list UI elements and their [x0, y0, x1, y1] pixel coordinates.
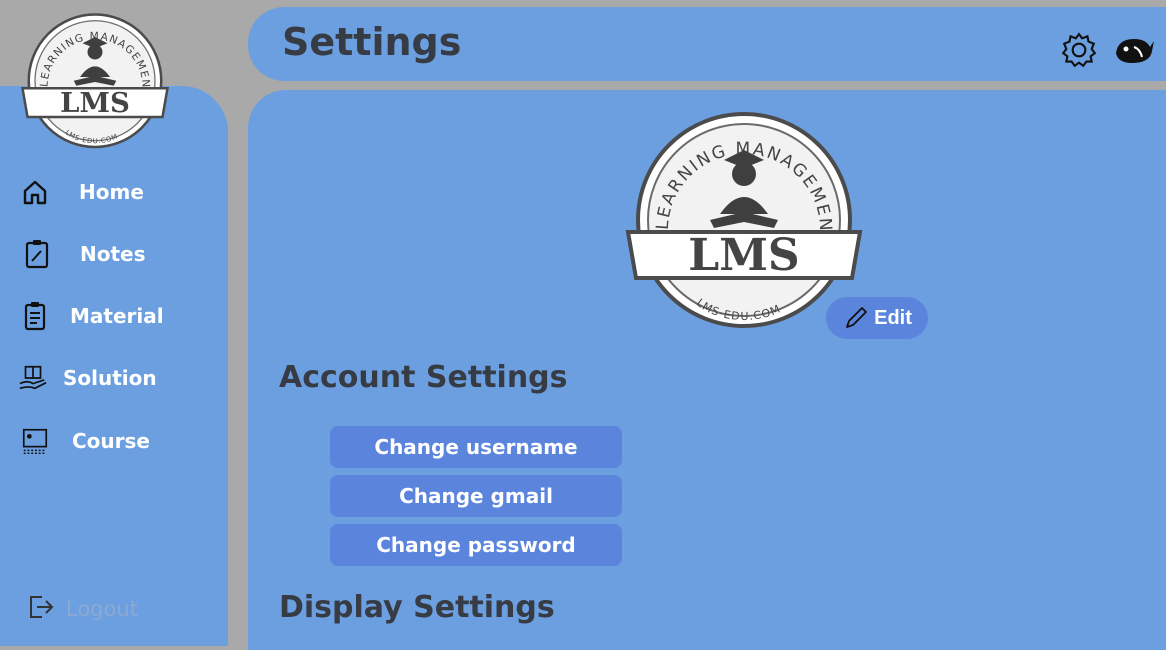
page-title: Settings	[282, 20, 462, 64]
sidebar-item-home[interactable]: Home	[0, 169, 228, 215]
lms-logo-large: LEARNING MANAGEMENT SYSTEM LMS LMS-EDU.C…	[624, 110, 863, 328]
logout-icon	[28, 594, 54, 624]
material-icon	[20, 301, 50, 331]
account-settings-heading: Account Settings	[279, 360, 568, 395]
notes-icon	[22, 239, 52, 269]
logout-label: Logout	[66, 597, 138, 621]
solution-icon	[18, 363, 48, 393]
pencil-icon	[842, 304, 870, 332]
sidebar-item-material[interactable]: Material	[0, 293, 228, 339]
top-header: Settings	[248, 7, 1166, 81]
change-username-button[interactable]: Change username	[330, 426, 622, 468]
sidebar-item-label: Notes	[80, 242, 146, 266]
sidebar-item-label: Material	[70, 304, 164, 328]
home-icon	[20, 177, 50, 207]
lms-logo-small: LEARNING MANAGEMENT SYSTEM LMS LMS-EDU.C…	[18, 12, 169, 149]
display-settings-heading: Display Settings	[279, 590, 555, 625]
sidebar-item-course[interactable]: Course	[0, 418, 228, 464]
sidebar-item-solution[interactable]: Solution	[0, 355, 228, 401]
sidebar-item-label: Solution	[63, 366, 157, 390]
logout-button[interactable]: Logout	[28, 594, 138, 624]
edit-label: Edit	[874, 306, 912, 329]
sidebar-item-label: Course	[72, 429, 150, 453]
course-icon	[20, 426, 50, 456]
sidebar-item-notes[interactable]: Notes	[0, 231, 228, 277]
change-gmail-button[interactable]: Change gmail	[330, 475, 622, 517]
sidebar-item-label: Home	[79, 180, 144, 204]
logo-text: LMS	[60, 87, 130, 119]
change-password-button[interactable]: Change password	[330, 524, 622, 566]
gear-icon[interactable]	[1060, 31, 1098, 69]
settings-panel: LEARNING MANAGEMENT SYSTEM LMS LMS-EDU.C…	[248, 90, 1166, 650]
whale-icon[interactable]	[1112, 31, 1154, 69]
edit-profile-button[interactable]: Edit	[826, 297, 928, 339]
logo-text: LMS	[688, 230, 799, 281]
